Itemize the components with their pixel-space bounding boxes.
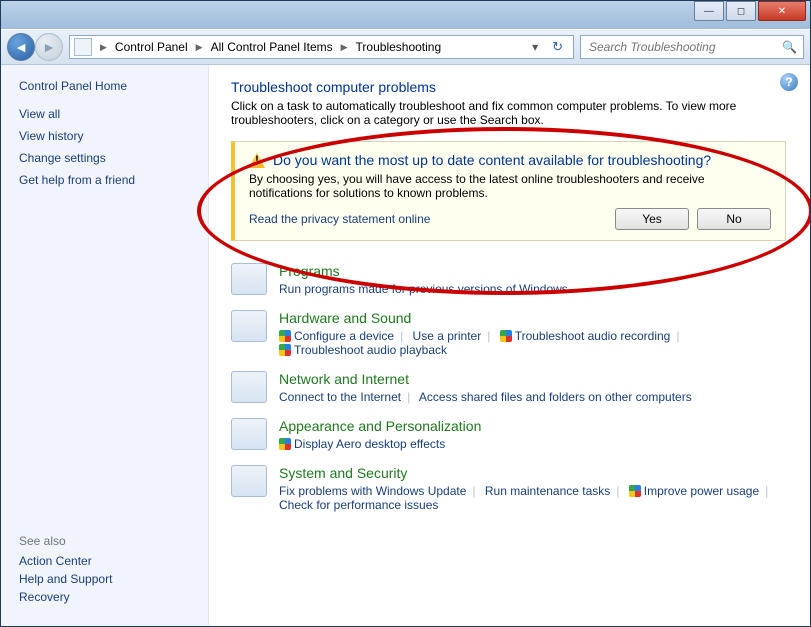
category-title[interactable]: System and Security <box>279 465 774 481</box>
banner-title: Do you want the most up to date content … <box>273 152 711 168</box>
link-power-usage[interactable]: Improve power usage <box>644 484 759 498</box>
main-pane: ? Troubleshoot computer problems Click o… <box>209 65 810 627</box>
link-run-programs[interactable]: Run programs made for previous versions … <box>279 282 568 296</box>
breadcrumb-leaf[interactable]: Troubleshooting <box>356 40 442 54</box>
chevron-right-icon: ▶ <box>192 42 207 53</box>
privacy-link[interactable]: Read the privacy statement online <box>249 212 430 226</box>
maximize-button[interactable]: ◻ <box>726 1 756 21</box>
link-configure-device[interactable]: Configure a device <box>294 329 394 343</box>
system-icon <box>231 465 267 497</box>
link-shared-files[interactable]: Access shared files and folders on other… <box>419 390 692 404</box>
category-title[interactable]: Programs <box>279 263 568 279</box>
link-maintenance[interactable]: Run maintenance tasks <box>485 484 610 498</box>
network-icon <box>231 371 267 403</box>
navbar: ◄ ► ▶ Control Panel ▶ All Control Panel … <box>1 29 810 65</box>
search-input[interactable] <box>587 39 782 55</box>
programs-icon <box>231 263 267 295</box>
yes-button[interactable]: Yes <box>615 208 689 230</box>
no-button[interactable]: No <box>697 208 771 230</box>
see-also-recovery[interactable]: Recovery <box>19 590 190 604</box>
search-icon[interactable]: 🔍 <box>782 40 797 54</box>
link-windows-update[interactable]: Fix problems with Windows Update <box>279 484 466 498</box>
shield-icon <box>500 330 512 342</box>
location-icon <box>74 38 92 56</box>
category-title[interactable]: Hardware and Sound <box>279 310 685 326</box>
link-audio-playback[interactable]: Troubleshoot audio playback <box>294 343 447 357</box>
sidebar-home[interactable]: Control Panel Home <box>19 79 190 93</box>
sidebar: Control Panel Home View all View history… <box>1 65 209 627</box>
address-bar[interactable]: ▶ Control Panel ▶ All Control Panel Item… <box>69 35 574 59</box>
see-also-action-center[interactable]: Action Center <box>19 554 190 568</box>
forward-button: ► <box>35 33 63 61</box>
warning-icon: ! <box>249 152 265 168</box>
category-system-security: System and Security Fix problems with Wi… <box>231 465 786 512</box>
link-audio-recording[interactable]: Troubleshoot audio recording <box>515 329 671 343</box>
page-title: Troubleshoot computer problems <box>231 79 786 95</box>
shield-icon <box>279 330 291 342</box>
page-intro: Click on a task to automatically trouble… <box>231 99 786 127</box>
see-also: See also Action Center Help and Support … <box>19 534 190 614</box>
refresh-button[interactable]: ↻ <box>546 39 569 55</box>
category-programs: Programs Run programs made for previous … <box>231 263 786 296</box>
back-button[interactable]: ◄ <box>7 33 35 61</box>
see-also-title: See also <box>19 534 190 548</box>
close-button[interactable]: ✕ <box>758 1 806 21</box>
chevron-right-icon: ▶ <box>96 42 111 53</box>
sidebar-link-change-settings[interactable]: Change settings <box>19 151 190 165</box>
hardware-icon <box>231 310 267 342</box>
address-dropdown[interactable]: ▾ <box>528 40 542 54</box>
breadcrumb-root[interactable]: Control Panel <box>115 40 188 54</box>
help-icon[interactable]: ? <box>780 73 798 91</box>
link-aero-effects[interactable]: Display Aero desktop effects <box>294 437 445 451</box>
category-appearance: Appearance and Personalization Display A… <box>231 418 786 451</box>
titlebar: — ◻ ✕ <box>1 1 810 29</box>
category-title[interactable]: Network and Internet <box>279 371 692 387</box>
category-network: Network and Internet Connect to the Inte… <box>231 371 786 404</box>
link-use-printer[interactable]: Use a printer <box>413 329 482 343</box>
search-box[interactable]: 🔍 <box>580 35 804 59</box>
shield-icon <box>279 344 291 356</box>
sidebar-link-get-help[interactable]: Get help from a friend <box>19 173 190 187</box>
shield-icon <box>629 485 641 497</box>
update-banner: ! Do you want the most up to date conten… <box>231 141 786 241</box>
banner-body: By choosing yes, you will have access to… <box>249 172 771 200</box>
window: — ◻ ✕ ◄ ► ▶ Control Panel ▶ All Control … <box>0 0 811 627</box>
sidebar-link-view-history[interactable]: View history <box>19 129 190 143</box>
category-title[interactable]: Appearance and Personalization <box>279 418 481 434</box>
minimize-button[interactable]: — <box>694 1 724 21</box>
link-connect-internet[interactable]: Connect to the Internet <box>279 390 401 404</box>
sidebar-link-view-all[interactable]: View all <box>19 107 190 121</box>
shield-icon <box>279 438 291 450</box>
see-also-help-support[interactable]: Help and Support <box>19 572 190 586</box>
breadcrumb-mid[interactable]: All Control Panel Items <box>211 40 333 54</box>
category-hardware-sound: Hardware and Sound Configure a device| U… <box>231 310 786 357</box>
link-perf-issues[interactable]: Check for performance issues <box>279 498 438 512</box>
chevron-right-icon: ▶ <box>337 42 352 53</box>
appearance-icon <box>231 418 267 450</box>
